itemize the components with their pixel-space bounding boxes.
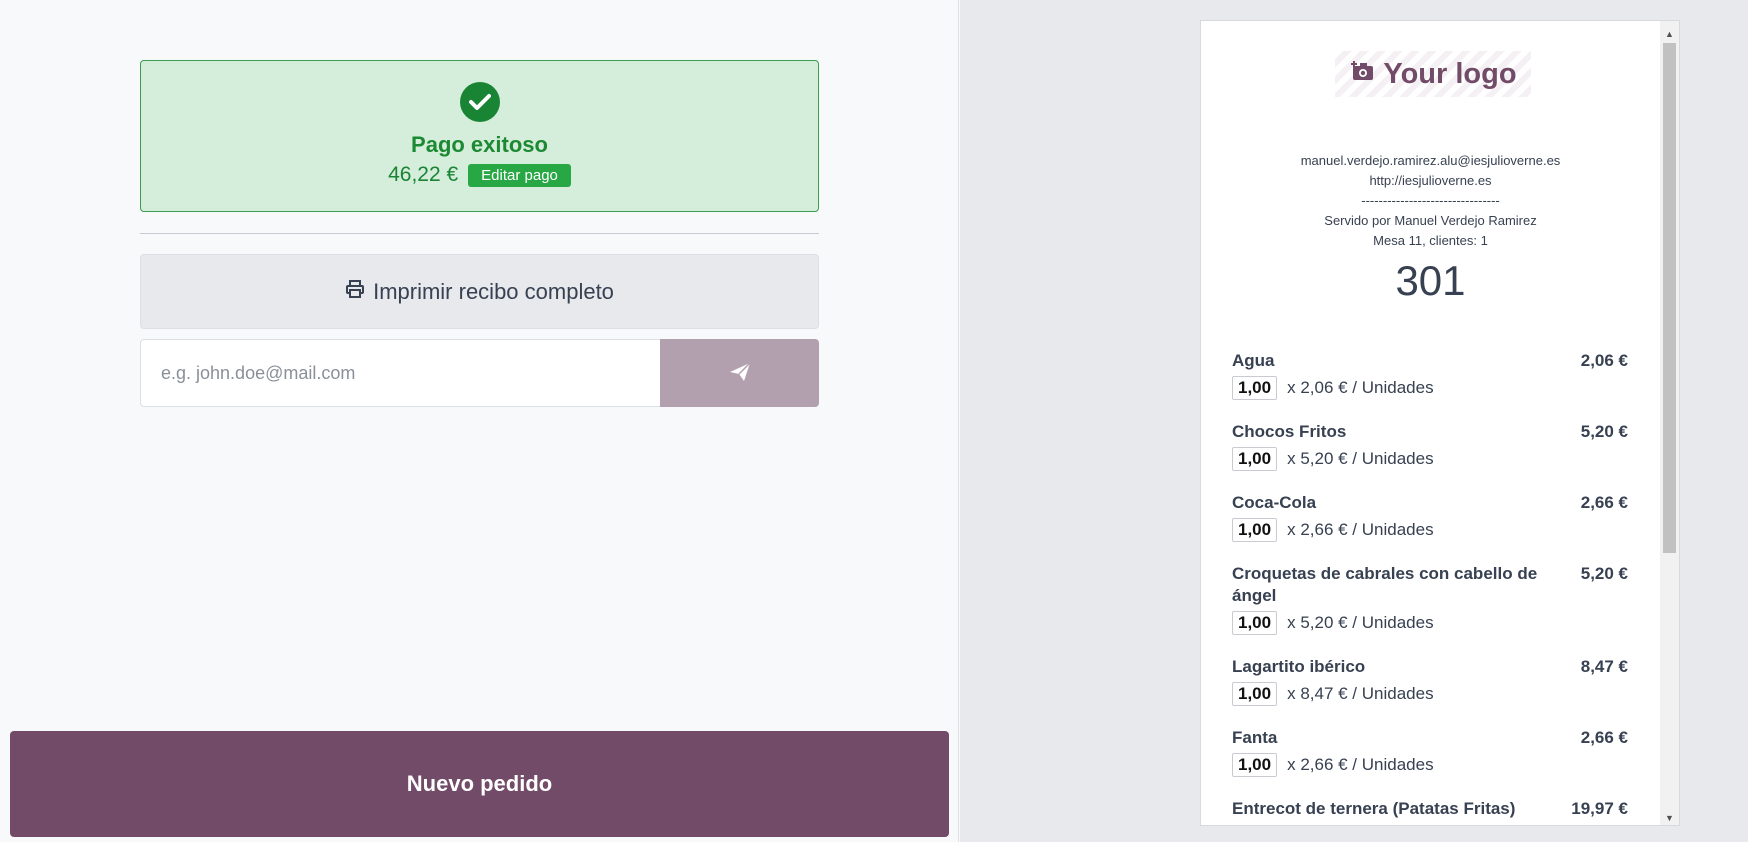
line-unit-detail: x 8,47 € / Unidades — [1287, 684, 1434, 703]
scroll-up-arrow-icon[interactable]: ▲ — [1665, 29, 1674, 39]
order-line: Lagartito ibérico 8,47 € 1,00 x 8,47 € / U… — [1232, 656, 1628, 706]
line-product-name: Coca-Cola — [1232, 493, 1317, 512]
paper-plane-icon — [728, 361, 752, 386]
line-quantity: 1,00 — [1232, 447, 1278, 471]
line-quantity: 1,00 — [1232, 518, 1278, 542]
logo-text: Your logo — [1383, 57, 1517, 90]
table-info: Mesa 11, clientes: 1 — [1373, 233, 1488, 248]
line-price: 5,20 € — [1580, 564, 1628, 583]
line-product-name: Entrecot de ternera (Patatas Fritas) — [1232, 799, 1516, 818]
line-unit-detail: x 2,66 € / Unidades — [1287, 520, 1434, 539]
payment-success-title: Pago exitoso — [411, 132, 548, 157]
new-order-button[interactable]: Nuevo pedido — [10, 731, 949, 837]
line-unit-detail: x 5,20 € / Unidades — [1287, 449, 1434, 468]
print-receipt-label: Imprimir recibo completo — [373, 278, 614, 304]
line-product-name: Agua — [1232, 351, 1275, 370]
payment-amount-row: 46,22 € Editar pago — [141, 163, 818, 187]
print-receipt-button[interactable]: Imprimir recibo completo — [140, 254, 819, 329]
order-line: Entrecot de ternera (Patatas Fritas) 19,9… — [1232, 798, 1628, 820]
line-product-name: Chocos Fritos — [1232, 422, 1347, 441]
line-product-name: Fanta — [1232, 728, 1278, 747]
line-product-name: Lagartito ibérico — [1232, 657, 1366, 676]
divider — [140, 233, 819, 234]
order-line: Chocos Fritos 5,20 € 1,00 x 5,20 € / Unida… — [1232, 421, 1628, 471]
served-by: Servido por Manuel Verdejo Ramirez — [1324, 213, 1537, 228]
receipt[interactable]: Your logo manuel.verdejo.ramirez.alu@ies… — [1200, 20, 1680, 826]
scrollbar-thumb[interactable] — [1663, 43, 1676, 553]
line-quantity: 1,00 — [1232, 611, 1278, 635]
line-product-name: Croquetas de cabrales con cabello de áng… — [1232, 564, 1538, 605]
header-separator: -------------------------------- — [1361, 193, 1500, 208]
order-line: Coca-Cola 2,66 € 1,00 x 2,66 € / Unidades — [1232, 492, 1628, 542]
company-website: http://iesjulioverne.es — [1369, 173, 1492, 188]
line-price: 8,47 € — [1580, 657, 1628, 676]
check-circle-icon — [460, 82, 500, 122]
line-price: 2,66 € — [1580, 493, 1628, 512]
line-price: 2,06 € — [1580, 351, 1628, 370]
scroll-down-arrow-icon[interactable]: ▼ — [1665, 813, 1674, 823]
payment-success-card: Pago exitoso 46,22 € Editar pago — [140, 60, 819, 212]
line-quantity: 1,00 — [1232, 753, 1278, 777]
email-input[interactable] — [140, 339, 660, 407]
payment-screen: Pago exitoso 46,22 € Editar pago Imprimi… — [0, 0, 959, 842]
line-quantity: 1,00 — [1232, 376, 1278, 400]
line-quantity: 1,00 — [1232, 682, 1278, 706]
receipt-header: manuel.verdejo.ramirez.alu@iesjulioverne… — [1201, 151, 1660, 251]
payment-amount: 46,22 € — [388, 163, 459, 186]
line-unit-detail: x 2,06 € / Unidades — [1287, 378, 1434, 397]
printer-icon — [345, 279, 365, 305]
line-unit-detail: x 2,66 € / Unidades — [1287, 755, 1434, 774]
email-receipt-row — [140, 339, 819, 407]
line-price: 19,97 € — [1571, 799, 1628, 818]
send-email-button[interactable] — [660, 339, 819, 407]
order-line: Croquetas de cabrales con cabello de áng… — [1232, 563, 1628, 635]
order-number: 301 — [1395, 257, 1466, 304]
order-lines: Agua 2,06 € 1,00 x 2,06 € / Unidades Choco… — [1232, 350, 1628, 825]
company-email: manuel.verdejo.ramirez.alu@iesjulioverne… — [1300, 153, 1561, 168]
order-line: Fanta 2,66 € 1,00 x 2,66 € / Unidades — [1232, 727, 1628, 777]
receipt-scrollbar[interactable]: ▲ ▼ — [1660, 21, 1679, 825]
camera-plus-icon — [1349, 58, 1375, 91]
edit-payment-button[interactable]: Editar pago — [468, 163, 571, 187]
line-price: 2,66 € — [1580, 728, 1628, 747]
line-price: 5,20 € — [1580, 422, 1628, 441]
line-unit-detail: x 5,20 € / Unidades — [1287, 613, 1434, 632]
receipt-logo[interactable]: Your logo — [1335, 51, 1531, 97]
order-line: Agua 2,06 € 1,00 x 2,06 € / Unidades — [1232, 350, 1628, 400]
